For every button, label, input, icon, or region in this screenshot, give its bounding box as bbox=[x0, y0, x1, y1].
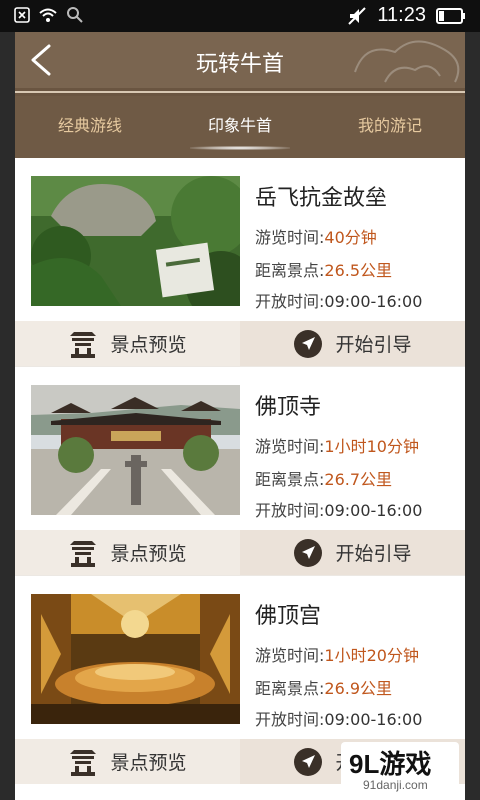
app-window: 玩转牛首 经典游线 印象牛首 我的游记 岳飞抗金故垒 游览时间:40分钟 距离景… bbox=[15, 32, 465, 800]
pavilion-icon bbox=[70, 749, 97, 776]
distance-label: 距离景点: bbox=[255, 679, 325, 698]
distance-label: 距离景点: bbox=[255, 261, 325, 280]
spot-photo[interactable] bbox=[31, 594, 240, 724]
preview-label: 景点预览 bbox=[110, 543, 187, 565]
open-time-label: 开放时间: bbox=[255, 710, 325, 729]
spot-name: 佛顶寺 bbox=[255, 395, 322, 420]
open-time-row: 开放时间:09:00-16:00 bbox=[255, 288, 422, 312]
spot-card[interactable]: 岳飞抗金故垒 游览时间:40分钟 距离景点:26.5公里 开放时间:09:00-… bbox=[15, 158, 465, 372]
spot-preview-button[interactable]: 景点预览 bbox=[15, 321, 240, 366]
navigation-arrow-icon bbox=[294, 747, 323, 776]
preview-label: 景点预览 bbox=[110, 752, 187, 774]
pavilion-icon bbox=[70, 331, 97, 358]
visit-time-value: 1小时20分钟 bbox=[324, 646, 419, 665]
visit-time-value: 40分钟 bbox=[324, 228, 377, 247]
open-time-value: 09:00-16:00 bbox=[324, 710, 423, 729]
navigation-arrow-icon bbox=[294, 329, 323, 358]
status-clock: 11:23 bbox=[377, 4, 426, 26]
visit-time-row: 游览时间:40分钟 bbox=[255, 224, 377, 248]
watermark-site: 91danji.com bbox=[363, 778, 428, 792]
site-watermark: 9L游戏 91danji.com bbox=[341, 742, 459, 798]
open-time-label: 开放时间: bbox=[255, 292, 325, 311]
tab-bar: 经典游线 印象牛首 我的游记 bbox=[15, 96, 465, 158]
status-bar: 11:23 bbox=[0, 0, 480, 32]
visit-time-row: 游览时间:1小时20分钟 bbox=[255, 642, 419, 666]
open-time-value: 09:00-16:00 bbox=[324, 292, 423, 311]
distance-row: 距离景点:26.7公里 bbox=[255, 466, 392, 490]
tab-my-travel-notes[interactable]: 我的游记 bbox=[315, 96, 465, 158]
title-bar: 玩转牛首 bbox=[15, 32, 465, 88]
spot-preview-button[interactable]: 景点预览 bbox=[15, 739, 240, 784]
distance-row: 距离景点:26.5公里 bbox=[255, 257, 392, 281]
open-time-value: 09:00-16:00 bbox=[324, 501, 423, 520]
tab-label: 经典游线 bbox=[57, 116, 122, 135]
distance-value: 26.5公里 bbox=[324, 261, 393, 280]
spot-photo[interactable] bbox=[31, 385, 240, 515]
open-time-label: 开放时间: bbox=[255, 501, 325, 520]
guide-label: 开始引导 bbox=[335, 543, 412, 565]
guide-label: 开始引导 bbox=[335, 334, 412, 356]
visit-time-label: 游览时间: bbox=[255, 646, 325, 665]
active-tab-indicator bbox=[190, 146, 290, 150]
card-actions: 景点预览 开始引导 bbox=[15, 321, 465, 366]
visit-time-value: 1小时10分钟 bbox=[324, 437, 419, 456]
battery-icon bbox=[436, 7, 465, 24]
navigation-arrow-icon bbox=[294, 538, 323, 567]
tab-classic-routes[interactable]: 经典游线 bbox=[15, 96, 165, 158]
start-guide-button[interactable]: 开始引导 bbox=[240, 321, 465, 366]
spot-name: 岳飞抗金故垒 bbox=[255, 186, 388, 211]
card-actions: 景点预览 开始引导 bbox=[15, 530, 465, 575]
header-divider bbox=[15, 88, 465, 96]
spot-preview-button[interactable]: 景点预览 bbox=[15, 530, 240, 575]
distance-label: 距离景点: bbox=[255, 470, 325, 489]
open-time-row: 开放时间:09:00-16:00 bbox=[255, 706, 422, 730]
distance-value: 26.7公里 bbox=[324, 470, 393, 489]
distance-value: 26.9公里 bbox=[324, 679, 393, 698]
visit-time-row: 游览时间:1小时10分钟 bbox=[255, 433, 419, 457]
close-box-icon bbox=[14, 7, 30, 23]
spot-photo[interactable] bbox=[31, 176, 240, 306]
wifi-icon bbox=[39, 8, 57, 22]
preview-label: 景点预览 bbox=[110, 334, 187, 356]
tab-label: 印象牛首 bbox=[207, 116, 272, 135]
spot-name: 佛顶宫 bbox=[255, 604, 322, 629]
tab-impression[interactable]: 印象牛首 bbox=[165, 96, 315, 158]
open-time-row: 开放时间:09:00-16:00 bbox=[255, 497, 422, 521]
visit-time-label: 游览时间: bbox=[255, 437, 325, 456]
search-icon bbox=[67, 7, 83, 23]
start-guide-button[interactable]: 开始引导 bbox=[240, 530, 465, 575]
watermark-logo: 9L游戏 bbox=[349, 749, 432, 779]
page-title: 玩转牛首 bbox=[195, 52, 284, 77]
mute-icon bbox=[348, 6, 367, 25]
pavilion-icon bbox=[70, 540, 97, 567]
distance-row: 距离景点:26.9公里 bbox=[255, 675, 392, 699]
visit-time-label: 游览时间: bbox=[255, 228, 325, 247]
spot-card[interactable]: 佛顶寺 游览时间:1小时10分钟 距离景点:26.7公里 开放时间:09:00-… bbox=[15, 367, 465, 581]
tab-label: 我的游记 bbox=[357, 116, 422, 135]
